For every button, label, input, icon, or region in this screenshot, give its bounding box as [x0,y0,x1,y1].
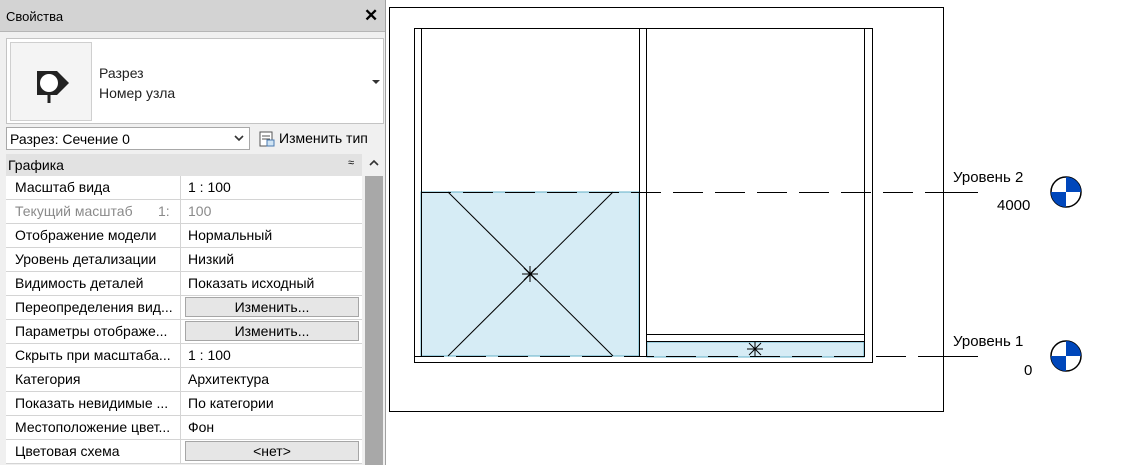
property-row-display-options[interactable]: Параметры отображе... Изменить... [6,320,362,344]
level-1-name[interactable]: Уровень 1 [953,333,1023,350]
property-row-discipline[interactable]: Категория Архитектура [6,368,362,392]
properties-panel: Свойства ✕ Разрез Номер узла Разрез: Сеч… [0,0,386,465]
scroll-up-icon[interactable] [368,158,380,168]
dropdown-arrow-icon[interactable] [369,75,383,89]
properties-scrollbar[interactable] [364,154,384,465]
level-2-name[interactable]: Уровень 2 [953,169,1023,186]
center-marker-icon [522,266,538,282]
level-head-icon[interactable] [1050,340,1082,372]
property-name: Параметры отображе... [6,320,181,343]
property-name: Переопределения вид... [6,296,181,319]
level-2-elevation[interactable]: 4000 [997,197,1030,214]
property-row-color-scheme[interactable]: Цветовая схема <нет> [6,440,362,464]
type-selector[interactable]: Разрез Номер узла [6,38,384,124]
property-row-view-scale[interactable]: Масштаб вида 1 : 100 [6,176,362,200]
properties-grid: Масштаб вида 1 : 100 Текущий масштаб 1: … [6,176,362,464]
instance-filter-value: Разрез: Сечение 0 [10,131,130,147]
center-marker-icon [747,341,763,357]
property-name: Уровень детализации [6,248,181,271]
chevron-down-icon [234,135,244,142]
property-name: Показать невидимые ... [6,392,181,415]
property-value: 100 [188,203,212,219]
property-value[interactable]: Низкий [183,248,361,271]
edit-overrides-button[interactable]: Изменить... [185,297,359,317]
property-scale-prefix: 1: [158,203,170,219]
property-name: Категория [6,368,181,391]
collapse-icon[interactable]: ≈ [348,157,354,169]
property-value[interactable]: Фон [183,416,361,439]
instance-filter-select[interactable]: Разрез: Сечение 0 [6,127,250,150]
property-row-parts-visibility[interactable]: Видимость деталей Показать исходный [6,272,362,296]
type-family-label: Разрез [99,65,144,81]
property-row-current-scale: Текущий масштаб 1: 100 [6,200,362,224]
property-name: Местоположение цвет... [6,416,181,439]
type-name-label: Номер узла [99,85,176,101]
property-name: Цветовая схема [6,440,181,463]
edit-type-label: Изменить тип [279,130,368,146]
group-header-graphics[interactable]: Графика ≈ [6,154,362,176]
edit-type-icon [259,131,275,147]
close-icon[interactable]: ✕ [364,6,378,26]
panel-titlebar: Свойства ✕ [0,0,385,32]
panel-title: Свойства [6,9,64,24]
property-value[interactable]: Архитектура [183,368,361,391]
section-marker-icon [10,42,92,121]
property-value[interactable]: 1 : 100 [183,176,361,199]
property-name: Видимость деталей [6,272,181,295]
group-label: Графика [8,157,64,173]
property-row-model-display[interactable]: Отображение модели Нормальный [6,224,362,248]
level-1-elevation[interactable]: 0 [1024,362,1032,379]
property-name: Скрыть при масштаба... [6,344,181,367]
property-value[interactable]: По категории [183,392,361,415]
property-name: Масштаб вида [6,176,181,199]
property-value[interactable]: Нормальный [183,224,361,247]
property-name: Отображение модели [6,224,181,247]
property-row-vg-overrides[interactable]: Переопределения вид... Изменить... [6,296,362,320]
property-row-detail-level[interactable]: Уровень детализации Низкий [6,248,362,272]
property-row-show-hidden-lines[interactable]: Показать невидимые ... По категории [6,392,362,416]
property-name: Текущий масштаб [6,200,181,223]
property-value[interactable]: 1 : 100 [183,344,361,367]
color-scheme-button[interactable]: <нет> [185,441,359,461]
property-row-hide-at-scales[interactable]: Скрыть при масштаба... 1 : 100 [6,344,362,368]
section-view-canvas[interactable]: Уровень 2 4000 Уровень 1 0 [386,0,1126,465]
edit-display-options-button[interactable]: Изменить... [185,321,359,341]
level-head-icon[interactable] [1050,176,1082,208]
property-value[interactable]: Показать исходный [183,272,361,295]
edit-type-button[interactable]: Изменить тип [256,127,386,150]
scrollbar-thumb[interactable] [365,176,383,465]
property-row-color-scheme-location[interactable]: Местоположение цвет... Фон [6,416,362,440]
